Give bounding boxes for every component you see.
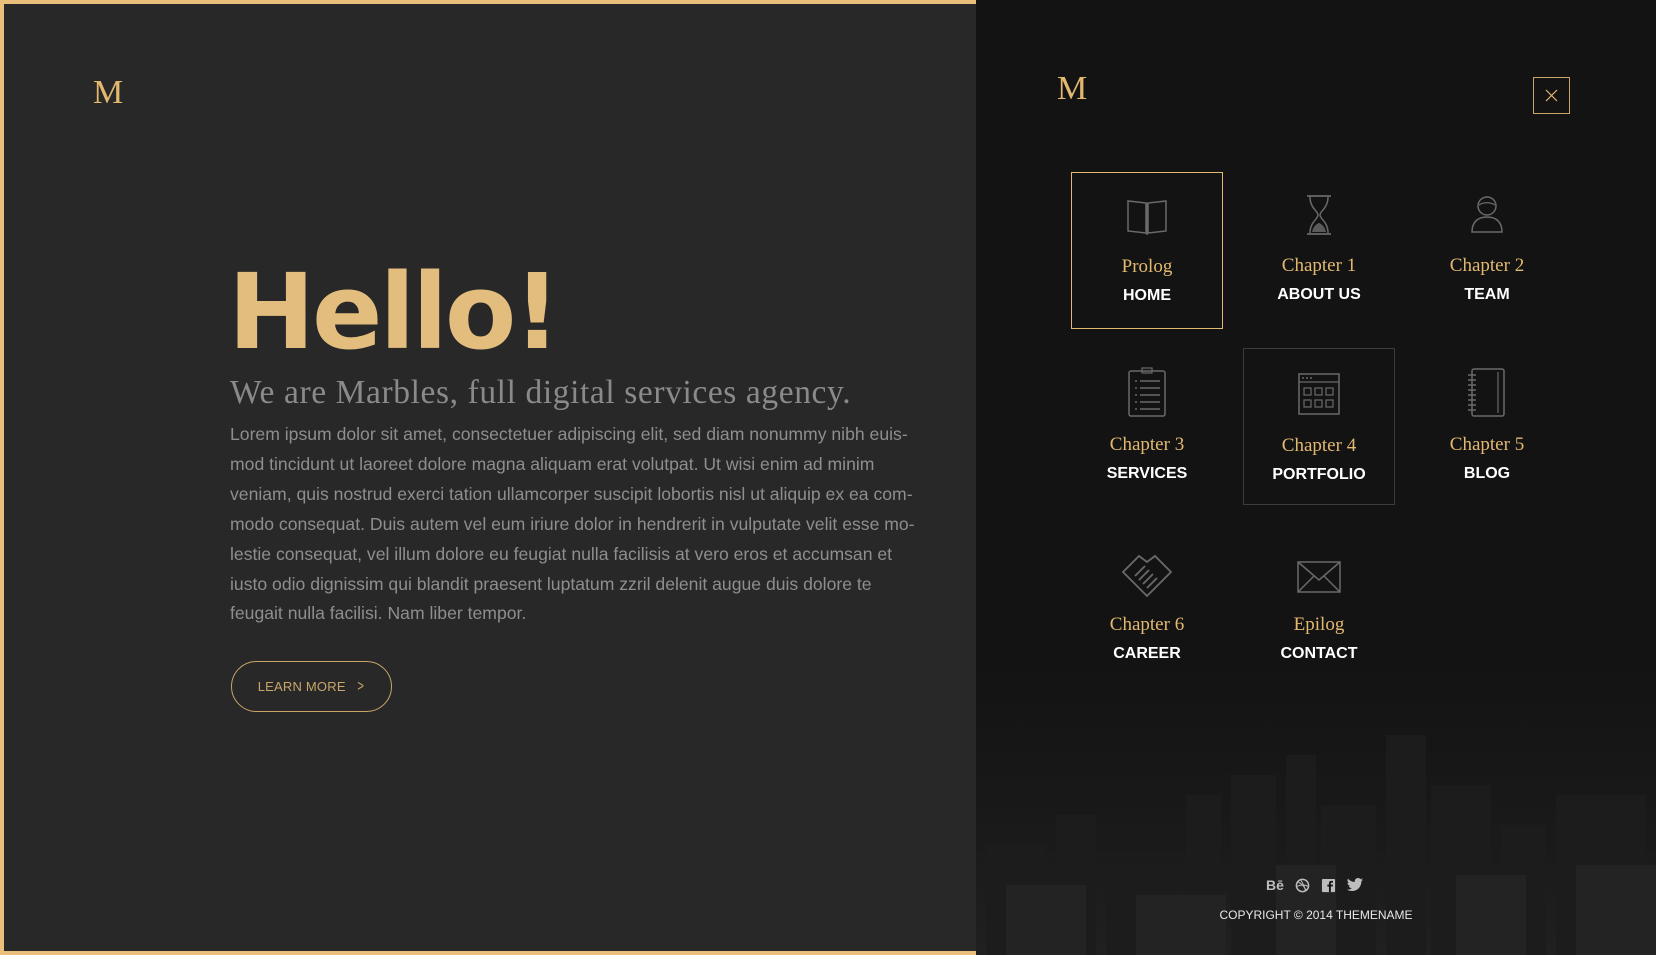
menu-item-chapter: Chapter 1	[1281, 255, 1357, 276]
menu-item-chapter: Chapter 5	[1449, 434, 1525, 455]
envelope-icon	[1297, 561, 1341, 593]
hero-title: Hello!	[228, 251, 561, 373]
handshake-icon	[1121, 554, 1173, 598]
menu-item-home[interactable]: Prolog HOME	[1071, 172, 1223, 329]
copyright-text: COPYRIGHT © 2014 THEMENAME	[1219, 908, 1413, 922]
menu-logo[interactable]: M	[1057, 70, 1087, 108]
chevron-right-icon: >	[357, 677, 364, 695]
hourglass-icon	[1307, 195, 1331, 235]
menu-item-about-us[interactable]: Chapter 1 ABOUT US	[1243, 172, 1395, 329]
close-button[interactable]	[1533, 77, 1570, 114]
hero-subtitle: We are Marbles, full digital services ag…	[230, 374, 852, 411]
behance-link[interactable]: Bē	[1266, 877, 1284, 893]
learn-more-label: LEARN MORE	[257, 679, 346, 694]
menu-item-team[interactable]: Chapter 2 TEAM	[1411, 172, 1563, 329]
person-icon	[1471, 196, 1503, 233]
menu-item-label: TEAM	[1464, 286, 1510, 303]
social-links: Bē	[1266, 877, 1363, 893]
notebook-icon	[1468, 368, 1505, 417]
logo[interactable]: M	[93, 74, 123, 112]
menu-item-label: CAREER	[1113, 645, 1181, 662]
menu-item-label: BLOG	[1463, 465, 1511, 482]
menu-item-blog[interactable]: Chapter 5 BLOG	[1411, 352, 1563, 509]
dribbble-icon[interactable]	[1295, 878, 1310, 893]
menu-item-chapter: Epilog	[1293, 614, 1345, 635]
menu-item-portfolio[interactable]: Chapter 4 PORTFOLIO	[1243, 348, 1395, 505]
menu-item-chapter: Chapter 4	[1281, 435, 1357, 456]
menu-item-label: HOME	[1123, 287, 1171, 304]
twitter-icon[interactable]	[1346, 878, 1363, 892]
menu-item-chapter: Chapter 2	[1449, 255, 1525, 276]
learn-more-button[interactable]: LEARN MORE >	[231, 661, 392, 712]
menu-item-services[interactable]: Chapter 3 SERVICES	[1071, 352, 1223, 509]
menu-item-label: ABOUT US	[1277, 286, 1361, 303]
clipboard-icon	[1128, 367, 1166, 417]
menu-item-label: PORTFOLIO	[1272, 466, 1366, 483]
menu-item-contact[interactable]: Epilog CONTACT	[1243, 532, 1395, 689]
hero-panel: M Hello! We are Marbles, full digital se…	[4, 4, 976, 951]
menu-item-chapter: Prolog	[1121, 256, 1173, 277]
menu-item-chapter: Chapter 3	[1109, 434, 1185, 455]
menu-item-career[interactable]: Chapter 6 CAREER	[1071, 532, 1223, 689]
menu-item-label: SERVICES	[1106, 465, 1188, 482]
menu-panel: M Prolog HOME Chapter 1 ABOUT US Chapter…	[976, 0, 1656, 955]
hero: Hello! We are Marbles, full digital serv…	[228, 251, 920, 629]
facebook-icon[interactable]	[1321, 878, 1336, 893]
hero-body-text: Lorem ipsum dolor sit amet, consectetuer…	[230, 424, 915, 624]
menu-item-chapter: Chapter 6	[1109, 614, 1185, 635]
menu-item-label: CONTACT	[1280, 645, 1358, 662]
grid-window-icon	[1298, 373, 1340, 415]
close-icon	[1545, 89, 1558, 102]
book-icon	[1127, 200, 1167, 235]
